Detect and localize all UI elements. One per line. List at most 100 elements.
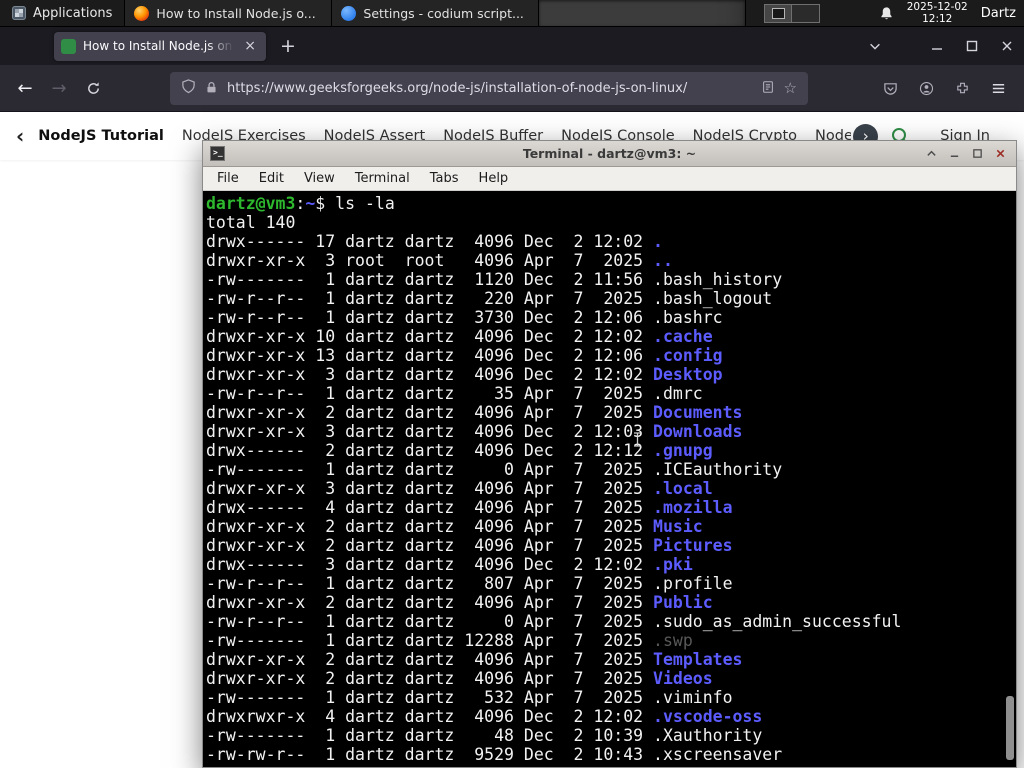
- terminal-line: total 140: [206, 213, 1016, 232]
- terminal-text-segment: Documents: [653, 403, 743, 422]
- terminal-text-segment: drwxr-xr-x 2 dartz dartz 4096 Apr 7 2025: [206, 669, 654, 688]
- terminal-text-segment: drwxr-xr-x 2 dartz dartz 4096 Apr 7 2025: [206, 650, 654, 669]
- site-nav-item[interactable]: NodeJS Tutorial: [38, 128, 164, 144]
- terminal-text-segment: .vscode-oss: [653, 707, 763, 726]
- browser-toolbar: ← → https://www.geeksforgeeks.org/node-j…: [0, 65, 1024, 112]
- terminal-line: -rw------- 1 dartz dartz 0 Apr 7 2025 .I…: [206, 460, 1016, 479]
- new-tab-button[interactable]: +: [274, 32, 302, 60]
- user-menu[interactable]: Dartz: [981, 6, 1016, 21]
- terminal-titlebar[interactable]: Terminal - dartz@vm3: ~: [203, 141, 1016, 167]
- taskbar-window-button[interactable]: Terminal - dartz@vm3: ~: [539, 0, 747, 26]
- reader-mode-icon[interactable]: [761, 79, 775, 98]
- terminal-text-segment: Videos: [653, 669, 713, 688]
- terminal-text-segment: drwx------ 4 dartz dartz 4096 Apr 7 2025: [206, 498, 654, 517]
- terminal-scrollbar[interactable]: [1005, 194, 1014, 765]
- workspace-1[interactable]: [765, 4, 793, 22]
- applications-label: Applications: [33, 5, 113, 21]
- terminal-line: dartz@vm3:~$ ls -la: [206, 194, 1016, 213]
- forward-button[interactable]: →: [42, 71, 76, 105]
- browser-minimize-button[interactable]: [919, 27, 954, 65]
- terminal-window: Terminal - dartz@vm3: ~ FileEditViewTerm…: [202, 140, 1017, 768]
- clock[interactable]: 2025-12-02 12:12: [907, 1, 968, 25]
- terminal-text-segment: -rw------- 1 dartz dartz 12288 Apr 7 202…: [206, 631, 654, 650]
- terminal-text-segment: .viminfo: [653, 688, 733, 707]
- terminal-maximize-button[interactable]: [966, 144, 989, 164]
- desktop: Applications How to Install Node.js o...…: [0, 0, 1024, 768]
- terminal-text-segment: -rw------- 1 dartz dartz 532 Apr 7 2025: [206, 688, 654, 707]
- terminal-line: drwxr-xr-x 2 dartz dartz 4096 Apr 7 2025…: [206, 593, 1016, 612]
- terminal-text-segment: -rw------- 1 dartz dartz 0 Apr 7 2025: [206, 460, 654, 479]
- terminal-line: -rw-r--r-- 1 dartz dartz 3730 Dec 2 12:0…: [206, 308, 1016, 327]
- terminal-text-segment: drwxr-xr-x 3 dartz dartz 4096 Apr 7 2025: [206, 479, 654, 498]
- menu-button[interactable]: [982, 72, 1014, 104]
- browser-tab[interactable]: How to Install Node.js on ×: [54, 31, 266, 61]
- terminal-menu-terminal[interactable]: Terminal: [345, 171, 420, 186]
- tabbar-controls: [859, 27, 1024, 65]
- browser-maximize-button[interactable]: [954, 27, 989, 65]
- terminal-line: -rw-r--r-- 1 dartz dartz 0 Apr 7 2025 .s…: [206, 612, 1016, 631]
- taskbar-window-button[interactable]: How to Install Node.js o...: [125, 0, 333, 26]
- taskbar-window-button[interactable]: Settings - codium script...: [332, 0, 540, 26]
- terminal-menu-view[interactable]: View: [294, 171, 345, 186]
- terminal-line: drwxr-xr-x 10 dartz dartz 4096 Dec 2 12:…: [206, 327, 1016, 346]
- extensions-icon[interactable]: [946, 72, 978, 104]
- applications-icon: [12, 6, 26, 20]
- terminal-text-segment: .: [653, 232, 663, 251]
- terminal-text-segment: .dmrc: [653, 384, 703, 403]
- terminal-line: -rw-r--r-- 1 dartz dartz 35 Apr 7 2025 .…: [206, 384, 1016, 403]
- terminal-line: drwxr-xr-x 13 dartz dartz 4096 Dec 2 12:…: [206, 346, 1016, 365]
- workspace-2[interactable]: [792, 4, 820, 22]
- nav-scroll-left-icon[interactable]: ‹: [16, 126, 24, 146]
- lock-icon[interactable]: [205, 79, 218, 98]
- terminal-text-segment: -rw------- 1 dartz dartz 48 Dec 2 10:39: [206, 726, 654, 745]
- terminal-text-segment: .bashrc: [653, 308, 723, 327]
- taskbar-window-title: Settings - codium script...: [363, 5, 524, 21]
- terminal-text-segment: drwxr-xr-x 13 dartz dartz 4096 Dec 2 12:…: [206, 346, 654, 365]
- terminal-text-segment: .bash_history: [653, 270, 783, 289]
- terminal-text-segment: .profile: [653, 574, 733, 593]
- terminal-screen[interactable]: dartz@vm3:~$ ls -la total 140 drwx------ 1…: [203, 191, 1016, 767]
- account-icon[interactable]: [910, 72, 942, 104]
- terminal-menu-file[interactable]: File: [207, 171, 249, 186]
- workspace-pager[interactable]: [764, 3, 821, 23]
- reload-button[interactable]: [76, 71, 110, 105]
- terminal-text-segment: drwx------ 3 dartz dartz 4096 Dec 2 12:0…: [206, 555, 654, 574]
- terminal-text-segment: Templates: [653, 650, 743, 669]
- tab-list-chevron-icon[interactable]: [859, 27, 891, 65]
- terminal-text-segment: .xscreensaver: [653, 745, 783, 764]
- terminal-text-segment: .pki: [653, 555, 693, 574]
- terminal-line: drwx------ 4 dartz dartz 4096 Apr 7 2025…: [206, 498, 1016, 517]
- terminal-menu-tabs[interactable]: Tabs: [420, 171, 469, 186]
- url-text[interactable]: https://www.geeksforgeeks.org/node-js/in…: [227, 81, 752, 96]
- terminal-text-segment: .mozilla: [653, 498, 733, 517]
- terminal-text-segment: .gnupg: [653, 441, 713, 460]
- applications-menu[interactable]: Applications: [0, 0, 124, 26]
- back-button[interactable]: ←: [8, 71, 42, 105]
- terminal-menu-edit[interactable]: Edit: [249, 171, 294, 186]
- terminal-line: drwxr-xr-x 2 dartz dartz 4096 Apr 7 2025…: [206, 669, 1016, 688]
- terminal-line: -rw------- 1 dartz dartz 1120 Dec 2 11:5…: [206, 270, 1016, 289]
- terminal-minimize-button[interactable]: [943, 144, 966, 164]
- terminal-shade-button[interactable]: [920, 144, 943, 164]
- bookmark-star-icon[interactable]: ☆: [784, 79, 797, 97]
- scrollbar-thumb[interactable]: [1006, 696, 1014, 760]
- terminal-line: drwxrwxr-x 4 dartz dartz 4096 Dec 2 12:0…: [206, 707, 1016, 726]
- terminal-text-segment: Desktop: [653, 365, 723, 384]
- tracking-shield-icon[interactable]: [181, 78, 196, 98]
- notification-bell-icon[interactable]: [879, 6, 894, 21]
- url-bar[interactable]: https://www.geeksforgeeks.org/node-js/in…: [170, 71, 808, 105]
- terminal-text-segment: -rw------- 1 dartz dartz 1120 Dec 2 11:5…: [206, 270, 654, 289]
- browser-close-button[interactable]: [989, 27, 1024, 65]
- terminal-text-segment: ..: [653, 251, 673, 270]
- terminal-line: drwxr-xr-x 3 dartz dartz 4096 Dec 2 12:0…: [206, 422, 1016, 441]
- gfg-favicon: [61, 38, 76, 54]
- terminal-line: drwx------ 17 dartz dartz 4096 Dec 2 12:…: [206, 232, 1016, 251]
- pocket-icon[interactable]: [874, 72, 906, 104]
- terminal-close-button[interactable]: [989, 144, 1012, 164]
- tab-close-icon[interactable]: ×: [241, 38, 259, 54]
- firefox-icon: [134, 5, 150, 21]
- terminal-text-segment: dartz@vm3: [206, 194, 296, 213]
- terminal-menu-help[interactable]: Help: [469, 171, 519, 186]
- mini-window-icon: [772, 7, 786, 19]
- clock-date: 2025-12-02: [906, 1, 968, 13]
